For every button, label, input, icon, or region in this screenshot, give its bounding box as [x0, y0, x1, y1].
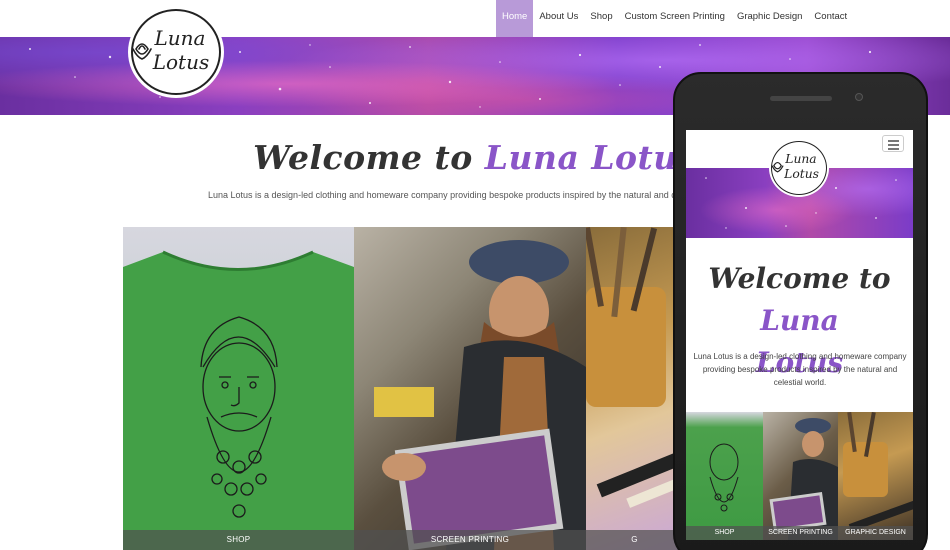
tshirt-illustration: [123, 250, 354, 550]
mobile-tile-graphic-design-caption: GRAPHIC DESIGN: [838, 526, 913, 540]
svg-text:Lotus: Lotus: [783, 167, 819, 181]
mobile-screen-printing-photo: [769, 418, 838, 540]
phone-screen: Luna Lotus Welcome to Luna Lotus Luna Lot…: [686, 130, 913, 540]
mobile-tile-screen-printing[interactable]: SCREEN PRINTING: [763, 412, 838, 540]
svg-text:Luna: Luna: [154, 26, 206, 50]
nav-home[interactable]: Home: [496, 0, 534, 37]
mobile-intro-text: Luna Lotus is a design-led clothing and …: [693, 352, 907, 387]
mobile-lotus-logo-icon: Luna Lotus: [771, 152, 819, 181]
mobile-tile-shop[interactable]: SHOP: [686, 412, 763, 540]
welcome-brand: Luna Lotus: [484, 138, 697, 177]
hamburger-menu-icon[interactable]: [882, 135, 904, 152]
nav-shop[interactable]: Shop: [584, 0, 618, 37]
lotus-logo-icon: Luna Lotus: [133, 26, 210, 74]
mobile-tile-screen-printing-caption: SCREEN PRINTING: [763, 526, 838, 540]
mobile-category-tiles: SHOP SCREEN PRINTING GRAPHIC DESIGN: [686, 412, 913, 540]
nav-about-us[interactable]: About Us: [533, 0, 584, 37]
main-nav: Home About Us Shop Custom Screen Printin…: [496, 0, 853, 37]
welcome-prefix: Welcome to: [253, 138, 485, 177]
svg-text:Luna: Luna: [784, 152, 816, 166]
tile-graphic-design-caption: G: [586, 530, 683, 550]
svg-text:Lotus: Lotus: [152, 50, 210, 74]
site-logo[interactable]: Luna Lotus: [131, 9, 221, 95]
screen-printing-photo: [374, 240, 586, 550]
phone-camera-icon: [855, 93, 863, 101]
tile-shop[interactable]: SHOP: [123, 227, 354, 550]
intro-text: Luna Lotus is a design-led clothing and …: [208, 190, 676, 200]
mobile-tile-shop-caption: SHOP: [686, 526, 763, 540]
mobile-pencils-photo: [843, 412, 913, 532]
mobile-welcome-prefix: Welcome to: [708, 262, 891, 295]
tile-screen-printing-caption: SCREEN PRINTING: [354, 530, 586, 550]
page: Home About Us Shop Custom Screen Printin…: [0, 0, 950, 550]
phone-mockup: Luna Lotus Welcome to Luna Lotus Luna Lot…: [673, 72, 928, 550]
nav-contact[interactable]: Contact: [808, 0, 853, 37]
tile-graphic-design[interactable]: G: [586, 227, 683, 550]
mobile-tile-graphic-design[interactable]: GRAPHIC DESIGN: [838, 412, 913, 540]
phone-speaker: [770, 96, 832, 101]
tile-shop-caption: SHOP: [123, 530, 354, 550]
pencils-photo: [586, 227, 683, 508]
nav-custom-screen-printing[interactable]: Custom Screen Printing: [619, 0, 731, 37]
category-tiles: SHOP SCREEN PRINTING G: [123, 227, 683, 550]
mobile-welcome-brand-1: Luna: [760, 304, 839, 337]
tile-screen-printing[interactable]: SCREEN PRINTING: [354, 227, 586, 550]
mobile-site-logo[interactable]: Luna Lotus: [771, 141, 827, 195]
mobile-tshirt-illustration: [709, 443, 739, 512]
nav-graphic-design[interactable]: Graphic Design: [731, 0, 808, 37]
